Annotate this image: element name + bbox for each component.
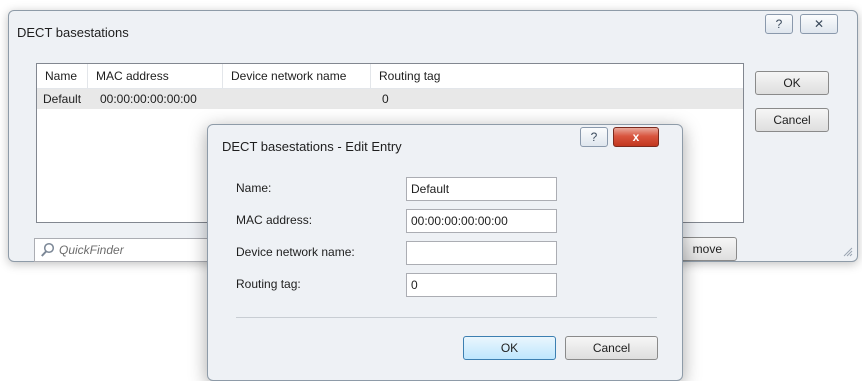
ok-button[interactable]: OK bbox=[755, 71, 829, 95]
quickfinder-input[interactable]: QuickFinder bbox=[34, 238, 224, 262]
column-header-routing-tag[interactable]: Routing tag bbox=[371, 64, 743, 88]
routing-tag-field[interactable]: 0 bbox=[406, 273, 557, 297]
cell-mac: 00:00:00:00:00:00 bbox=[100, 92, 197, 106]
cell-device bbox=[229, 89, 235, 109]
window-title: DECT basestations bbox=[17, 25, 129, 40]
column-header-mac[interactable]: MAC address bbox=[88, 64, 223, 88]
cancel-button[interactable]: Cancel bbox=[755, 108, 829, 132]
quickfinder-placeholder: QuickFinder bbox=[59, 243, 124, 257]
dialog-separator bbox=[236, 317, 657, 318]
help-button[interactable]: ? bbox=[765, 14, 793, 34]
dialog-cancel-button[interactable]: Cancel bbox=[565, 336, 658, 360]
name-field[interactable]: Default bbox=[406, 177, 557, 201]
resize-grip-icon[interactable] bbox=[841, 245, 853, 257]
remove-label: move bbox=[692, 242, 722, 256]
edit-entry-dialog: DECT basestations - Edit Entry ? x Name:… bbox=[207, 124, 683, 381]
mac-address-label: MAC address: bbox=[236, 213, 313, 227]
dialog-help-button[interactable]: ? bbox=[580, 127, 608, 147]
close-icon: x bbox=[632, 130, 640, 144]
help-icon: ? bbox=[775, 17, 783, 31]
close-button[interactable]: ✕ bbox=[800, 14, 838, 34]
close-icon: ✕ bbox=[813, 17, 825, 31]
help-icon: ? bbox=[590, 130, 598, 144]
table-row[interactable]: Default 00:00:00:00:00:00 0 bbox=[37, 89, 743, 109]
name-label: Name: bbox=[236, 181, 272, 195]
routing-tag-label: Routing tag: bbox=[236, 277, 301, 291]
column-header-name[interactable]: Name bbox=[37, 64, 88, 88]
cell-name: Default bbox=[43, 92, 82, 106]
dialog-title: DECT basestations - Edit Entry bbox=[222, 139, 402, 154]
device-network-name-field[interactable] bbox=[406, 241, 557, 265]
dialog-close-button[interactable]: x bbox=[613, 127, 659, 147]
column-header-device-network-name[interactable]: Device network name bbox=[223, 64, 371, 88]
table-header: Name MAC address Device network name Rou… bbox=[37, 64, 743, 89]
cell-routing: 0 bbox=[382, 92, 389, 106]
mac-address-field[interactable]: 00:00:00:00:00:00 bbox=[406, 209, 557, 233]
device-network-name-label: Device network name: bbox=[236, 245, 355, 259]
search-icon bbox=[41, 242, 55, 257]
dialog-ok-button[interactable]: OK bbox=[463, 336, 556, 360]
